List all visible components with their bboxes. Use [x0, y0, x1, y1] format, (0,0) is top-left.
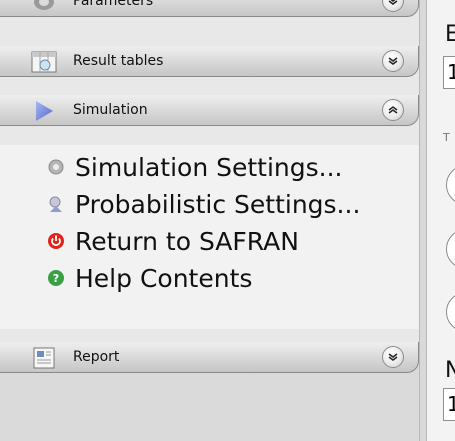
- play-triangle-icon: [30, 99, 58, 123]
- chevron-up-icon[interactable]: [382, 99, 404, 121]
- simulation-panel-content: Simulation Settings... Probabilistic Set…: [0, 145, 420, 329]
- sidebar: Parameters Result tables Simulation Simu…: [0, 0, 427, 441]
- right-label-top: E: [445, 22, 455, 47]
- panel-header-parameters[interactable]: Parameters: [0, 0, 419, 17]
- panel-label-report: Report: [73, 349, 120, 365]
- panel-header-simulation[interactable]: Simulation: [0, 95, 419, 126]
- right-panel: E 1 T N 1: [427, 0, 455, 441]
- svg-text:?: ?: [53, 272, 59, 285]
- gear-icon: [47, 158, 65, 176]
- report-icon: [30, 346, 58, 370]
- radio-option[interactable]: [446, 292, 455, 332]
- table-calendar-icon: [30, 50, 58, 74]
- panel-splitter[interactable]: [419, 0, 427, 441]
- chevron-down-icon[interactable]: [382, 0, 404, 12]
- menu-item-simulation-settings[interactable]: Simulation Settings...: [47, 149, 343, 185]
- help-icon: ?: [47, 269, 65, 287]
- probabilistic-icon: [47, 195, 65, 213]
- menu-item-help-contents[interactable]: ? Help Contents: [47, 260, 252, 296]
- radio-option[interactable]: [446, 165, 455, 205]
- panel-label-simulation: Simulation: [73, 102, 148, 118]
- chevron-down-icon[interactable]: [382, 50, 404, 72]
- parameters-icon: [30, 0, 58, 14]
- panel-header-report[interactable]: Report: [0, 342, 419, 373]
- chevron-down-icon[interactable]: [382, 346, 404, 368]
- panel-label-result-tables: Result tables: [73, 53, 164, 69]
- right-input-bottom[interactable]: 1: [443, 388, 455, 421]
- right-label-bottom: N: [445, 358, 455, 383]
- menu-item-return-to-safran[interactable]: Return to SAFRAN: [47, 223, 299, 259]
- radio-option[interactable]: [446, 229, 455, 269]
- panel-label-parameters: Parameters: [73, 0, 154, 9]
- right-input-top[interactable]: 1: [443, 56, 455, 89]
- panel-header-result-tables[interactable]: Result tables: [0, 46, 419, 77]
- menu-item-probabilistic-settings[interactable]: Probabilistic Settings...: [47, 186, 360, 222]
- right-small-label: T: [443, 131, 450, 144]
- power-icon: [47, 232, 65, 250]
